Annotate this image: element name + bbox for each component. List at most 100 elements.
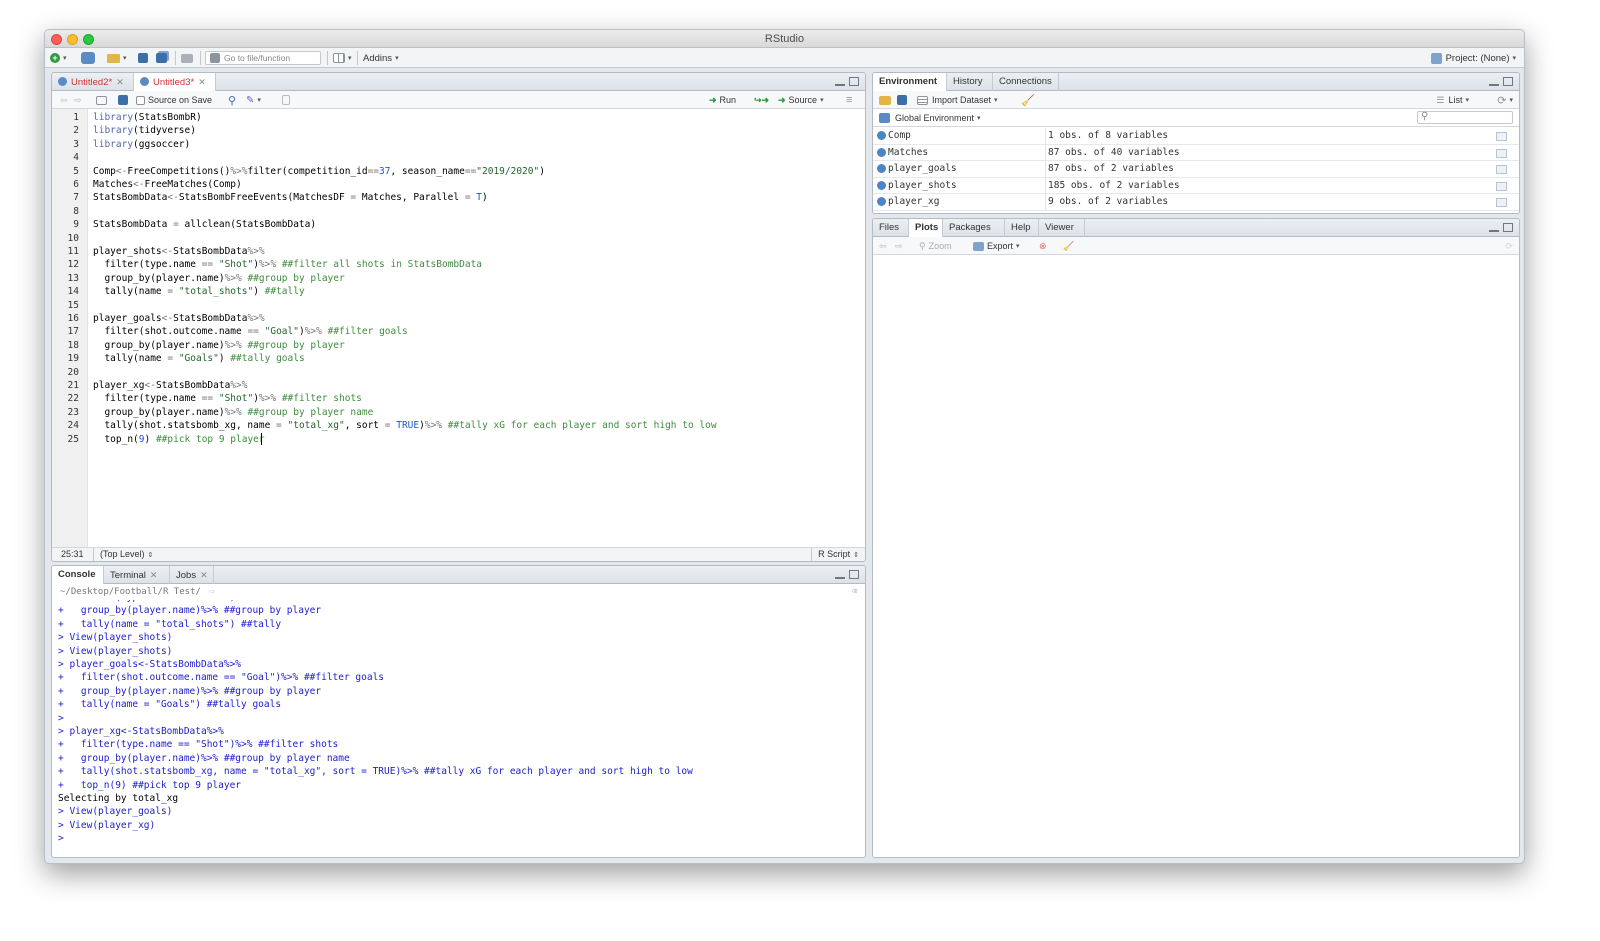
code-line[interactable]: tally(shot.statsbomb_xg, name = "total_x…: [93, 419, 716, 432]
clear-console-icon[interactable]: ⌫: [852, 584, 857, 600]
code-line[interactable]: top_n(9) ##pick top 9 player: [93, 433, 264, 446]
env-row[interactable]: Matches 87 obs. of 40 variables: [873, 144, 1519, 162]
expand-object-icon[interactable]: [877, 197, 886, 207]
close-tab-icon[interactable]: ✕: [198, 77, 206, 87]
new-project-button[interactable]: [81, 51, 95, 65]
code-line[interactable]: player_goals<-StatsBombData%>%: [93, 312, 265, 325]
export-menu[interactable]: Export ▾: [973, 239, 1020, 253]
code-line[interactable]: library(ggsoccer): [93, 138, 190, 151]
code-line[interactable]: Comp<-FreeCompetitions()%>%filter(compet…: [93, 165, 545, 178]
code-line[interactable]: tally(name = "total_shots") ##tally: [93, 285, 304, 298]
view-table-icon[interactable]: [1496, 148, 1507, 158]
source-on-save-checkbox[interactable]: Source on Save: [136, 93, 212, 107]
previous-plot-button[interactable]: ⇦: [879, 239, 887, 253]
code-line[interactable]: StatsBombData = allclean(StatsBombData): [93, 218, 316, 231]
source-button[interactable]: ➜ Source ▾: [778, 93, 824, 107]
zoom-button[interactable]: ⚲ Zoom: [919, 239, 952, 253]
new-file-button[interactable]: + ▾: [50, 51, 67, 65]
minimize-pane-button[interactable]: [835, 82, 845, 86]
code-line[interactable]: player_shots<-StatsBombData%>%: [93, 245, 265, 258]
compile-report-button[interactable]: [282, 93, 290, 107]
tab-viewer[interactable]: Viewer: [1039, 219, 1085, 237]
env-search-input[interactable]: ⚲: [1417, 111, 1513, 124]
code-tools-button[interactable]: ✎ ▾: [246, 93, 261, 107]
tab-plots[interactable]: Plots: [909, 219, 943, 238]
close-tab-icon[interactable]: ✕: [200, 570, 208, 580]
maximize-pane-button[interactable]: [1503, 77, 1513, 86]
clear-workspace-button[interactable]: 🧹: [1021, 93, 1035, 107]
minimize-pane-button[interactable]: [1489, 82, 1499, 86]
maximize-pane-button[interactable]: [849, 570, 859, 579]
code-line[interactable]: StatsBombData<-StatsBombFreeEvents(Match…: [93, 191, 488, 204]
environment-scope-menu[interactable]: Global Environment ▾: [879, 111, 981, 125]
expand-object-icon[interactable]: [877, 147, 886, 157]
import-dataset-menu[interactable]: Import Dataset ▾: [917, 93, 998, 107]
go-to-file-input[interactable]: Go to file/function: [205, 51, 321, 65]
next-plot-button[interactable]: ⇨: [895, 239, 903, 253]
save-workspace-button[interactable]: [897, 93, 907, 107]
tab-terminal[interactable]: Terminal ✕: [104, 566, 170, 584]
expand-object-icon[interactable]: [877, 164, 886, 174]
tab-history[interactable]: History: [947, 73, 993, 91]
expand-object-icon[interactable]: [877, 180, 886, 190]
expand-object-icon[interactable]: [877, 131, 886, 140]
scope-menu[interactable]: (Top Level) ⇕: [100, 549, 153, 559]
save-button[interactable]: [138, 51, 148, 65]
code-line[interactable]: player_xg<-StatsBombData%>%: [93, 379, 247, 392]
view-table-icon[interactable]: [1496, 165, 1507, 175]
tab-connections[interactable]: Connections: [993, 73, 1059, 91]
save-file-button[interactable]: [118, 93, 128, 107]
maximize-pane-button[interactable]: [849, 77, 859, 86]
forward-button[interactable]: ⇨: [74, 93, 82, 107]
tab-environment[interactable]: Environment: [873, 73, 947, 92]
tab-untitled2[interactable]: Untitled2* ✕: [52, 73, 134, 91]
code-line[interactable]: group_by(player.name)%>% ##group by play…: [93, 339, 344, 352]
close-tab-icon[interactable]: ✕: [116, 77, 124, 87]
tab-console[interactable]: Console: [52, 566, 104, 585]
show-in-window-button[interactable]: [96, 93, 107, 107]
env-row[interactable]: player_xg 9 obs. of 2 variables: [873, 194, 1519, 211]
minimize-pane-button[interactable]: [835, 575, 845, 579]
code-line[interactable]: group_by(player.name)%>% ##group by play…: [93, 272, 344, 285]
load-workspace-button[interactable]: [879, 93, 891, 107]
view-mode-menu[interactable]: ☰ List ▾: [1436, 93, 1469, 107]
remove-plot-button[interactable]: ⊗: [1039, 239, 1047, 253]
save-all-button[interactable]: [156, 51, 167, 65]
open-file-button[interactable]: ▾: [107, 51, 127, 65]
env-row[interactable]: player_shots 185 obs. of 2 variables: [873, 177, 1519, 195]
env-row[interactable]: Comp 1 obs. of 8 variables: [873, 128, 1519, 145]
code-line[interactable]: Matches<-FreeMatches(Comp): [93, 178, 242, 191]
go-to-directory-icon[interactable]: ⇨: [209, 587, 214, 597]
close-tab-icon[interactable]: ✕: [150, 570, 158, 580]
project-menu[interactable]: Project: (None) ▾: [1430, 51, 1516, 65]
console-output[interactable]: + filter(type.name == "Shot")%>% ##filte…: [52, 600, 865, 857]
code-line[interactable]: filter(type.name == "Shot")%>% ##filter …: [93, 392, 361, 405]
tab-packages[interactable]: Packages: [943, 219, 1005, 237]
refresh-plot-button[interactable]: ⟳: [1505, 239, 1513, 253]
tab-help[interactable]: Help: [1005, 219, 1039, 237]
file-type-menu[interactable]: R Script ⇕: [818, 549, 859, 559]
code-line[interactable]: filter(type.name == "Shot")%>% ##filter …: [93, 258, 482, 271]
minimize-pane-button[interactable]: [1489, 228, 1499, 232]
run-button[interactable]: ➜ Run: [709, 93, 736, 107]
code-line[interactable]: library(StatsBombR): [93, 111, 202, 124]
code-line[interactable]: library(tidyverse): [93, 124, 196, 137]
addins-menu[interactable]: Addins ▾: [363, 51, 399, 65]
print-button[interactable]: [181, 51, 193, 65]
env-row[interactable]: player_goals 87 obs. of 2 variables: [873, 161, 1519, 178]
tab-jobs[interactable]: Jobs ✕: [170, 566, 214, 584]
pane-layout-button[interactable]: ▾: [333, 51, 352, 65]
rerun-button[interactable]: ↪ ➜: [754, 93, 769, 107]
clear-plots-button[interactable]: 🧹: [1063, 239, 1074, 253]
tab-untitled3[interactable]: Untitled3* ✕: [134, 73, 216, 92]
document-outline-button[interactable]: ≡: [846, 93, 852, 107]
maximize-pane-button[interactable]: [1503, 223, 1513, 232]
find-replace-button[interactable]: ⚲: [228, 93, 236, 107]
code-line[interactable]: group_by(player.name)%>% ##group by play…: [93, 406, 373, 419]
view-table-icon[interactable]: [1496, 181, 1507, 191]
refresh-button[interactable]: ⟳ ▾: [1497, 93, 1513, 107]
tab-files[interactable]: Files: [873, 219, 909, 237]
view-table-icon[interactable]: [1496, 198, 1507, 208]
back-button[interactable]: ⇦: [60, 93, 68, 107]
code-line[interactable]: filter(shot.outcome.name == "Goal")%>% #…: [93, 325, 407, 338]
